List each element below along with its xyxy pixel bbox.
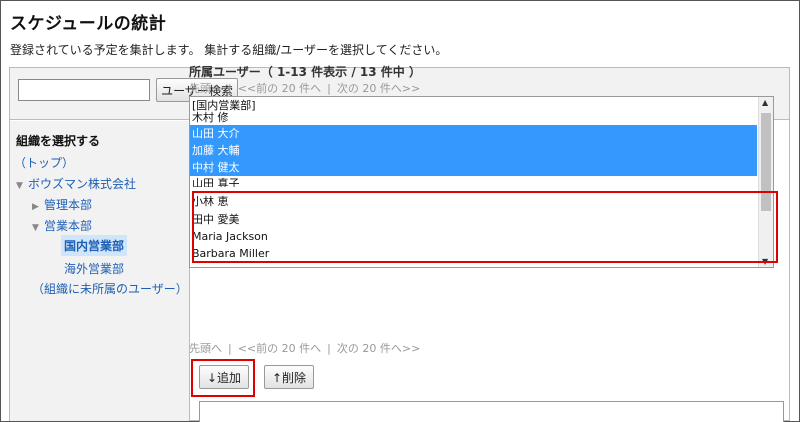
tree-item-sales-label: 営業本部 bbox=[44, 219, 93, 233]
pager-next-link: 次の 20 件へ>> bbox=[336, 342, 421, 355]
pager-separator: | bbox=[228, 82, 232, 95]
org-tree: 組織を選択する （トップ） ▼ ボウズマン株式会社 ▶ 管理本部 ▼ 営業本部 国内営… bbox=[10, 121, 190, 421]
org-tree-heading: 組織を選択する bbox=[16, 134, 101, 148]
expanded-triangle-icon[interactable]: ▼ bbox=[16, 181, 28, 191]
pager-next-link: 次の 20 件へ>> bbox=[336, 82, 421, 95]
list-item[interactable]: 木村 修 bbox=[190, 111, 229, 124]
selected-users-listbox[interactable] bbox=[199, 401, 784, 422]
pager-prev-link: <<前の 20 件へ bbox=[237, 342, 322, 355]
pager-top: 先頭へ | <<前の 20 件へ | 次の 20 件へ>> bbox=[189, 80, 420, 96]
collapsed-triangle-icon[interactable]: ▶ bbox=[32, 202, 44, 212]
tree-item-overseas[interactable]: 海外営業部 bbox=[64, 260, 124, 277]
tree-item-domestic[interactable]: 国内営業部 bbox=[61, 235, 128, 256]
page-description: 登録されている予定を集計します。 集計する組織/ユーザーを選択してください。 bbox=[10, 43, 448, 57]
page-title: スケジュールの統計 bbox=[10, 14, 167, 34]
scroll-up-arrow-icon[interactable]: ▲ bbox=[762, 98, 768, 107]
tree-item-admin[interactable]: ▶ 管理本部 bbox=[32, 196, 92, 213]
list-item-selected[interactable]: 加藤 大輔 bbox=[190, 142, 757, 159]
list-item-selected[interactable]: 山田 大介 bbox=[190, 125, 757, 142]
tree-item-top[interactable]: （トップ） bbox=[14, 154, 74, 171]
pager-separator: | bbox=[327, 82, 331, 95]
remove-button[interactable]: ↑削除 bbox=[264, 365, 314, 389]
list-item[interactable]: 山田 真子 bbox=[190, 177, 240, 187]
tree-item-company-label: ボウズマン株式会社 bbox=[28, 177, 137, 191]
tree-item-company[interactable]: ▼ ボウズマン株式会社 bbox=[16, 175, 136, 192]
expanded-triangle-icon[interactable]: ▼ bbox=[32, 223, 44, 233]
tree-item-sales[interactable]: ▼ 営業本部 bbox=[32, 217, 92, 234]
add-button-highlight-box bbox=[191, 359, 255, 397]
pager-bottom: 先頭へ | <<前の 20 件へ | 次の 20 件へ>> bbox=[189, 340, 420, 356]
pager-first-link: 先頭へ bbox=[189, 82, 222, 95]
user-search-input[interactable] bbox=[18, 79, 150, 101]
selection-highlight-box bbox=[192, 191, 778, 263]
users-heading: 所属ユーザー（ 1-13 件表示 / 13 件中 ） bbox=[189, 65, 421, 79]
pager-separator: | bbox=[228, 342, 232, 355]
list-item-selected[interactable]: 中村 健太 bbox=[190, 159, 757, 176]
pager-first-link: 先頭へ bbox=[189, 342, 222, 355]
tree-item-unassigned[interactable]: （組織に未所属のユーザー） bbox=[32, 280, 188, 297]
tree-item-admin-label: 管理本部 bbox=[44, 198, 93, 212]
pager-prev-link: <<前の 20 件へ bbox=[237, 82, 322, 95]
pager-separator: | bbox=[327, 342, 331, 355]
